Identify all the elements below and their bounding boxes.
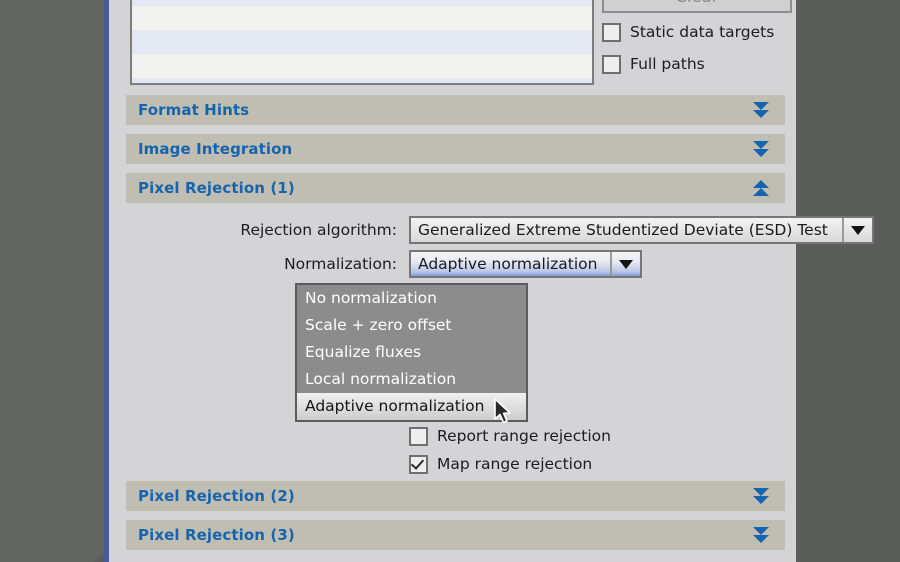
rejection-algorithm-row: Rejection algorithm: Generalized Extreme… xyxy=(126,216,874,244)
screenshot-root: Clear Static data targets Full paths For… xyxy=(0,0,900,562)
full-paths-label: Full paths xyxy=(630,55,705,73)
report-range-rejection-label: Report range rejection xyxy=(437,427,611,445)
chevron-double-down-icon[interactable] xyxy=(750,138,772,160)
section-title-pixel-rejection-1: Pixel Rejection (1) xyxy=(138,179,295,197)
side-controls: Clear Static data targets Full paths xyxy=(602,0,792,77)
normalization-row: Normalization: Adaptive normalization xyxy=(126,250,642,278)
static-data-targets-checkbox-row[interactable]: Static data targets xyxy=(602,19,792,45)
list-item[interactable] xyxy=(132,78,592,83)
full-paths-checkbox[interactable] xyxy=(602,54,621,74)
top-region: Clear Static data targets Full paths xyxy=(114,0,796,92)
list-item[interactable] xyxy=(132,30,592,54)
section-header-format-hints[interactable]: Format Hints xyxy=(126,95,785,125)
normalization-combobox[interactable]: Adaptive normalization xyxy=(409,250,642,278)
rejection-algorithm-label: Rejection algorithm: xyxy=(240,221,397,239)
map-range-rejection-label: Map range rejection xyxy=(437,455,593,473)
chevron-double-down-icon[interactable] xyxy=(750,99,772,121)
map-range-rejection-checkbox[interactable] xyxy=(409,454,428,474)
static-data-targets-label: Static data targets xyxy=(630,23,775,41)
dropdown-option-no-normalization[interactable]: No normalization xyxy=(297,285,526,312)
section-title-format-hints: Format Hints xyxy=(138,101,250,119)
section-title-pixel-rejection-2: Pixel Rejection (2) xyxy=(138,487,295,505)
section-header-pixel-rejection-1[interactable]: Pixel Rejection (1) xyxy=(126,173,785,203)
list-item[interactable] xyxy=(132,54,592,78)
dropdown-option-equalize-fluxes[interactable]: Equalize fluxes xyxy=(297,339,526,366)
full-paths-checkbox-row[interactable]: Full paths xyxy=(602,51,792,77)
dialog-content: Clear Static data targets Full paths For… xyxy=(114,0,874,562)
chevron-double-down-icon[interactable] xyxy=(750,485,772,507)
image-integration-dialog: Clear Static data targets Full paths For… xyxy=(104,0,874,562)
rejection-algorithm-value: Generalized Extreme Studentized Deviate … xyxy=(418,221,828,239)
section-header-pixel-rejection-2[interactable]: Pixel Rejection (2) xyxy=(126,481,785,511)
normalization-value: Adaptive normalization xyxy=(418,255,598,273)
normalization-label: Normalization: xyxy=(284,255,397,273)
normalization-dropdown-list[interactable]: No normalization Scale + zero offset Equ… xyxy=(295,283,528,422)
dropdown-option-adaptive-normalization[interactable]: Adaptive normalization xyxy=(297,393,526,420)
section-header-image-integration[interactable]: Image Integration xyxy=(126,134,785,164)
chevron-double-up-icon[interactable] xyxy=(750,177,772,199)
dropdown-option-local-normalization[interactable]: Local normalization xyxy=(297,366,526,393)
clear-button[interactable]: Clear xyxy=(602,0,792,13)
triangle-down-icon[interactable] xyxy=(842,218,872,242)
file-list[interactable] xyxy=(130,0,594,85)
section-header-pixel-rejection-3[interactable]: Pixel Rejection (3) xyxy=(126,520,785,550)
report-range-rejection-checkbox-row[interactable]: Report range rejection xyxy=(409,423,611,449)
report-range-rejection-checkbox[interactable] xyxy=(409,426,428,446)
static-data-targets-checkbox[interactable] xyxy=(602,22,621,42)
rejection-algorithm-combobox[interactable]: Generalized Extreme Studentized Deviate … xyxy=(409,216,874,244)
dropdown-option-scale-zero-offset[interactable]: Scale + zero offset xyxy=(297,312,526,339)
chevron-double-down-icon[interactable] xyxy=(750,524,772,546)
triangle-down-icon[interactable] xyxy=(610,252,640,276)
section-title-image-integration: Image Integration xyxy=(138,140,293,158)
list-item[interactable] xyxy=(132,6,592,30)
map-range-rejection-checkbox-row[interactable]: Map range rejection xyxy=(409,451,592,477)
section-title-pixel-rejection-3: Pixel Rejection (3) xyxy=(138,526,295,544)
